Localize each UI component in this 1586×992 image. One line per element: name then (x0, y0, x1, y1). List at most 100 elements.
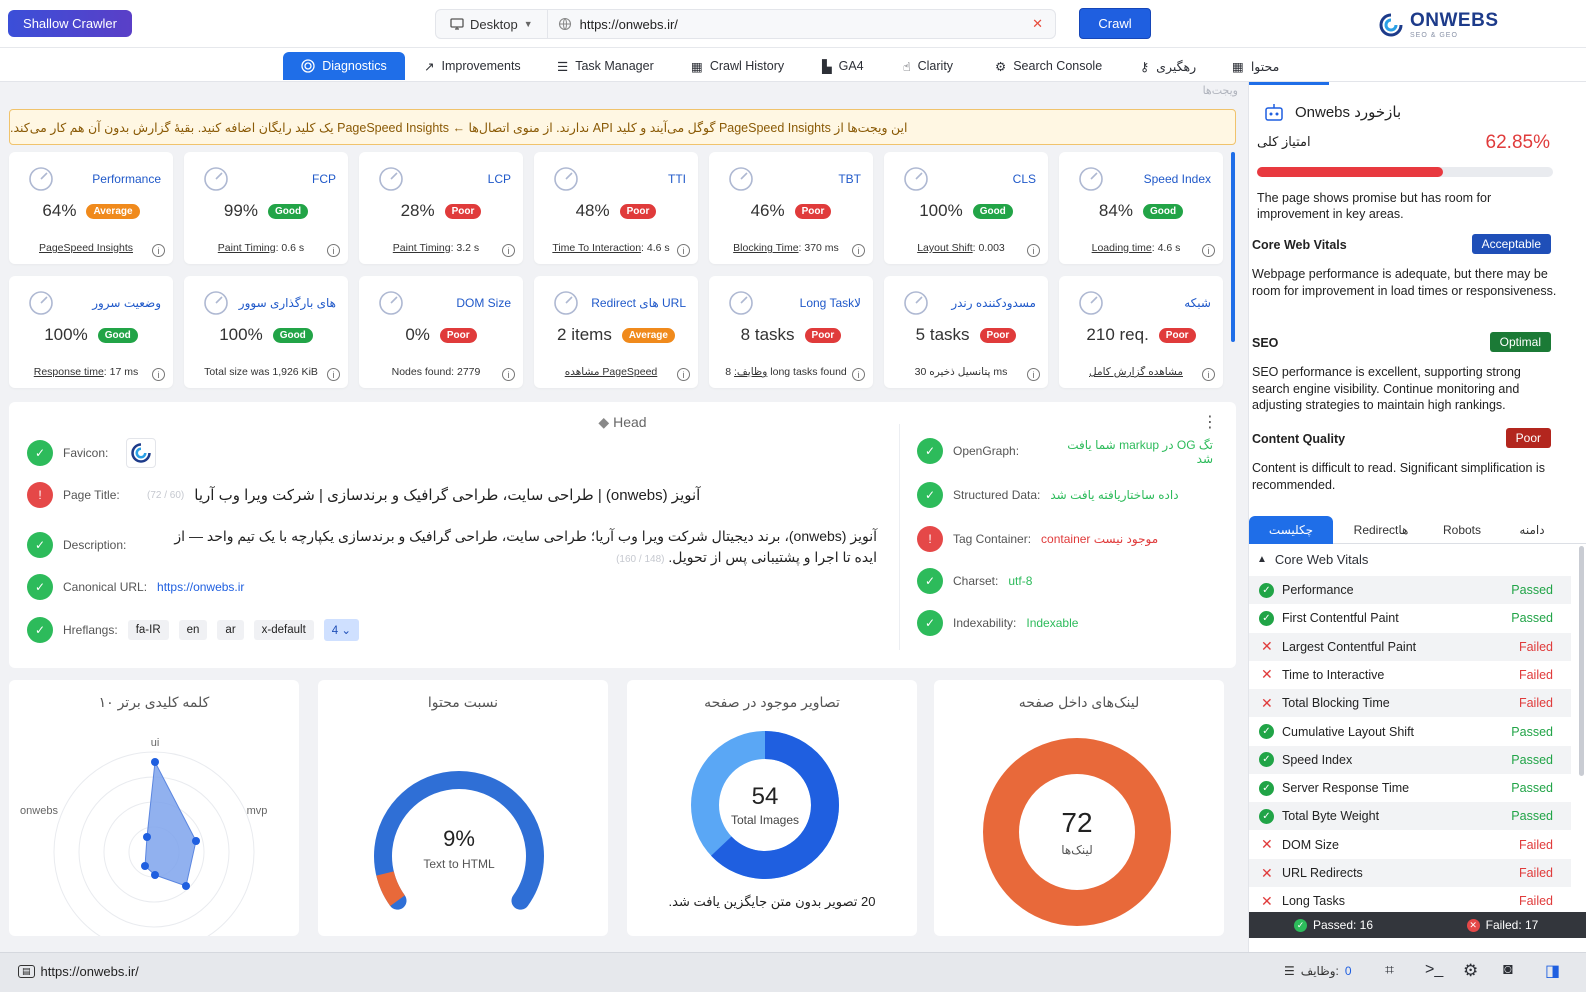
tab-improvements[interactable]: ↗ Improvements (414, 52, 531, 80)
info-icon[interactable]: i (152, 244, 165, 257)
section-badge: Optimal (1489, 332, 1551, 352)
status-url[interactable]: ▤ https://onwebs.ir/ (18, 964, 139, 979)
metric-value: 84% (1098, 201, 1133, 220)
app-name-button[interactable]: Shallow Crawler (8, 10, 132, 37)
info-icon[interactable]: i (327, 244, 340, 257)
metric-card[interactable]: شبکه 210 req. Poor مشاهده گزارش کامل i (1059, 276, 1223, 388)
metric-sub-link[interactable]: Loading time (1092, 242, 1152, 254)
metric-value: 8 tasks (740, 325, 795, 344)
info-icon[interactable]: i (1202, 244, 1215, 257)
checklist-item[interactable]: ✕ Total Blocking Time Failed (1249, 689, 1571, 718)
checklist-item[interactable]: ✕ Largest Contentful Paint Failed (1249, 632, 1571, 661)
checklist-scrollbar[interactable] (1579, 546, 1584, 776)
metric-value: 100% (919, 201, 963, 220)
tab-domain[interactable]: دامنه (1495, 516, 1569, 544)
metric-card[interactable]: مسدودکننده رندر 5 tasks Poor پتانسیل ذخیره … (884, 276, 1048, 388)
checklist-item[interactable]: ✓ Performance Passed (1249, 576, 1571, 604)
clear-icon[interactable]: ✕ (1020, 16, 1055, 32)
checklist-group-header[interactable]: ▲ Core Web Vitals (1249, 546, 1571, 572)
opengraph-label: OpenGraph: (953, 444, 1020, 458)
metric-title: CLS (1012, 172, 1036, 186)
status-badge: Poor (619, 203, 657, 219)
info-icon[interactable]: i (152, 368, 165, 381)
metric-card[interactable]: وضعیت سرور 100% Good Response time: 17 ms i (9, 276, 173, 388)
checklist-item[interactable]: ✕ DOM Size Failed (1249, 831, 1571, 859)
url-input[interactable] (571, 16, 1021, 32)
terminal-icon[interactable]: >_ (1425, 961, 1443, 979)
tab-checklist[interactable]: چکلیست (1249, 516, 1333, 544)
info-icon[interactable]: i (677, 244, 690, 257)
check-circle-icon: ✓ (1259, 582, 1274, 598)
checklist-item-name: First Contentful Paint (1282, 611, 1399, 626)
info-icon[interactable]: i (1027, 244, 1040, 257)
tab-search-console[interactable]: ⚙ Search Console (985, 52, 1112, 80)
device-select[interactable]: Desktop ▼ (436, 10, 548, 38)
checklist-item[interactable]: ✕ URL Redirects Failed (1249, 859, 1571, 887)
robot-icon[interactable]: ◙ (1503, 961, 1513, 979)
checklist-item-name: Speed Index (1282, 752, 1353, 767)
checklist-item[interactable]: ✓ Total Byte Weight Passed (1249, 802, 1571, 831)
metric-card[interactable]: Speed Index 84% Good Loading time: 4.6 si (1059, 152, 1223, 264)
checklist-item[interactable]: ✓ First Contentful Paint Passed (1249, 604, 1571, 632)
network-icon[interactable]: ⌗ (1385, 962, 1394, 980)
hreflang-count-dropdown[interactable]: 4 ⌄ (323, 619, 360, 641)
metric-card[interactable]: LCP 28% Poor Paint Timing: 3.2 si (359, 152, 523, 264)
metric-sub-link[interactable]: وظایف: (734, 366, 767, 378)
info-icon[interactable]: i (1027, 368, 1040, 381)
metric-card[interactable]: TTI 48% Poor Time To Interaction: 4.6 si (534, 152, 698, 264)
metric-sub-link[interactable]: مشاهده گزارش کامل (1089, 366, 1183, 378)
tab-content[interactable]: ▦ محتوا (1222, 52, 1289, 80)
metric-card[interactable]: Redirect های URL 2 items Average مشاهده Pag… (534, 276, 698, 388)
metric-sub-link[interactable]: Response time (34, 366, 104, 378)
metric-sub-link[interactable]: PageSpeed Insights (39, 242, 133, 254)
more-options-icon[interactable]: ⋮ (1202, 412, 1218, 432)
metric-card[interactable]: های بارگذاری سوور 100% Good Total size was … (184, 276, 348, 388)
info-icon[interactable]: i (1202, 368, 1215, 381)
metric-sub-link[interactable]: Blocking Time (733, 242, 798, 254)
metric-card[interactable]: FCP 99% Good Paint Timing: 0.6 si (184, 152, 348, 264)
info-icon[interactable]: i (852, 368, 865, 381)
tab-task-manager[interactable]: ☰ Task Manager (547, 52, 664, 80)
tasks-indicator[interactable]: ☰ وظایف: 0 (1284, 964, 1352, 978)
status-ok-icon: ✓ (27, 532, 53, 558)
panel-toggle-icon[interactable]: ◨ (1545, 961, 1560, 981)
metric-sub-link[interactable]: Time To Interaction (552, 242, 641, 254)
metric-sub-link[interactable]: مشاهده PageSpeed (565, 366, 658, 378)
metric-card[interactable]: Long Taskلا 8 tasks Poor وظایف: 8 long task… (709, 276, 873, 388)
description-value: آنویز (onwebs)، برند دیجیتال شرکت ویرا و… (147, 526, 877, 570)
radar-chart: ui mvp onwebs (20, 737, 267, 936)
x-circle-icon: ✕ (1466, 918, 1480, 932)
tab-tracking[interactable]: ⚷ رهگیری (1130, 52, 1206, 80)
checklist-item[interactable]: ✕ Time to Interactive Failed (1249, 661, 1571, 689)
metric-card[interactable]: Performance 64% Average PageSpeed Insights i (9, 152, 173, 264)
checklist-item[interactable]: ✓ Cumulative Layout Shift Passed (1249, 718, 1571, 746)
crawl-button[interactable]: Crawl (1079, 8, 1151, 39)
metric-sub-link[interactable]: Layout Shift (917, 242, 972, 254)
tab-clarity[interactable]: ☝ Clarity (893, 52, 963, 80)
info-icon[interactable]: i (852, 244, 865, 257)
settings-icon[interactable]: ⚙ (1463, 961, 1478, 981)
tab-diagnostics[interactable]: Diagnostics (283, 52, 405, 80)
checklist-item[interactable]: ✓ Speed Index Passed (1249, 745, 1571, 774)
metric-sub-link[interactable]: Paint Timing (218, 242, 276, 254)
metric-sub-link[interactable]: Paint Timing (393, 242, 451, 254)
checklist-item[interactable]: ✓ Server Response Time Passed (1249, 774, 1571, 802)
metric-card[interactable]: DOM Size 0% Poor Nodes found: 2779 i (359, 276, 523, 388)
info-icon[interactable]: i (502, 244, 515, 257)
info-icon[interactable]: i (502, 368, 515, 381)
metric-card[interactable]: CLS 100% Good Layout Shift: 0.003 i (884, 152, 1048, 264)
tab-robots[interactable]: Robots (1429, 516, 1495, 544)
info-icon[interactable]: i (677, 368, 690, 381)
info-icon[interactable]: i (327, 368, 340, 381)
indexability-row: ✓ Indexability: Indexable (917, 610, 1217, 636)
scrollbar-thumb[interactable] (1231, 152, 1235, 342)
metric-card[interactable]: TBT 46% Poor Blocking Time: 370 ms i (709, 152, 873, 264)
canonical-link[interactable]: https://onwebs.ir (157, 580, 244, 594)
metric-value: 0% (405, 325, 430, 344)
description-line-1: آنویز (onwebs)، برند دیجیتال شرکت ویرا و… (174, 528, 877, 544)
checklist-summary: ✓ Passed: 16 ✕ Failed: 17 (1249, 912, 1586, 938)
metric-sub-text: : 3.2 s (450, 242, 480, 254)
tab-crawl-history[interactable]: ▦ Crawl History (681, 52, 794, 80)
tab-redirects[interactable]: Redirectها (1333, 516, 1429, 544)
tab-ga4[interactable]: ▙ GA4 (812, 52, 874, 80)
